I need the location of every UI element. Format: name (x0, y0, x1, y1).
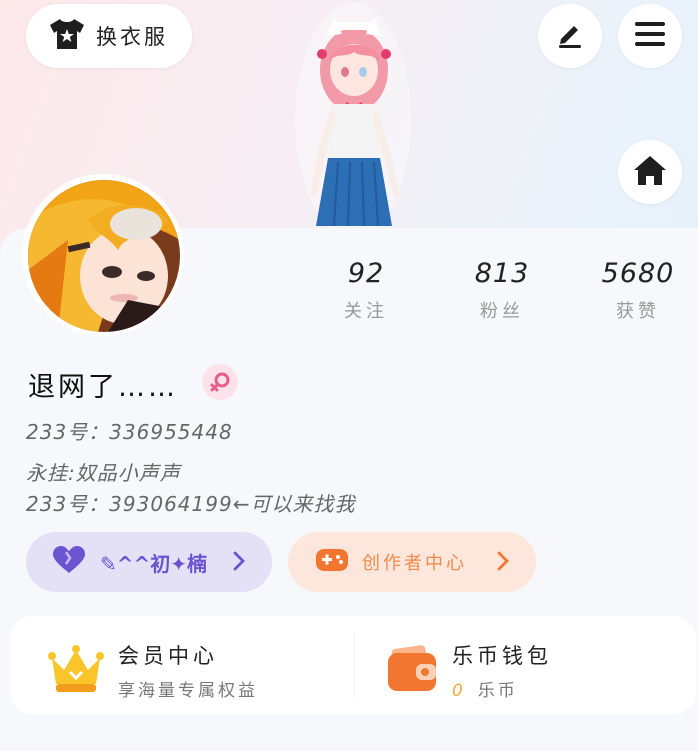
chevron-right-icon (496, 549, 510, 577)
wallet-balance: 0 (452, 681, 466, 701)
fan-badge-label: ✎^^初✦楠 (100, 551, 208, 576)
username: 退网了…… (28, 372, 178, 403)
likes-label: 获赞 (616, 301, 660, 322)
vip-center-subtitle: 享海量专属权益 (118, 681, 258, 701)
wallet-icon (386, 644, 438, 697)
divider (354, 632, 355, 698)
vip-center-title: 会员中心 (118, 644, 218, 668)
shirt-icon (48, 17, 86, 55)
avatar-3d-figure[interactable] (288, 0, 418, 238)
pencil-icon (555, 19, 585, 53)
stat-likes[interactable]: 5680 获赞 (578, 258, 698, 323)
wallet-entry[interactable]: 乐币钱包 0 乐币 (386, 640, 552, 701)
change-clothes-button[interactable]: 换衣服 (26, 4, 192, 68)
female-icon (202, 364, 238, 400)
avatar[interactable] (28, 180, 180, 332)
change-clothes-label: 换衣服 (96, 25, 168, 49)
creator-center-label: 创作者中心 (362, 553, 467, 574)
edit-button[interactable] (538, 4, 602, 68)
vip-center-entry[interactable]: 会员中心 享海量专属权益 (48, 640, 258, 701)
fans-count: 813 (474, 258, 530, 289)
home-icon (633, 154, 667, 190)
user-id[interactable]: 233号：336955448 (26, 416, 233, 445)
menu-icon (635, 21, 665, 51)
stat-following[interactable]: 92 关注 (306, 258, 426, 323)
home-button[interactable] (618, 140, 682, 204)
likes-count: 5680 (601, 258, 675, 289)
following-count: 92 (347, 258, 385, 289)
chevron-right-icon (232, 549, 246, 577)
heart-icon (52, 546, 86, 578)
crown-icon (48, 644, 104, 698)
gamepad-icon (316, 547, 348, 577)
creator-center-button[interactable]: 创作者中心 (288, 532, 536, 592)
bio-line-1: 永挂:奴品小声声 (26, 461, 181, 485)
fan-badge-button[interactable]: ✎^^初✦楠 (26, 532, 272, 592)
wallet-title: 乐币钱包 (452, 644, 552, 668)
bio-line-2: 233号：393064199←可以来找我 (26, 492, 356, 516)
fans-label: 粉丝 (480, 301, 524, 322)
following-label: 关注 (344, 301, 388, 322)
stat-fans[interactable]: 813 粉丝 (442, 258, 562, 323)
wallet-unit: 乐币 (477, 681, 518, 701)
menu-button[interactable] (618, 4, 682, 68)
